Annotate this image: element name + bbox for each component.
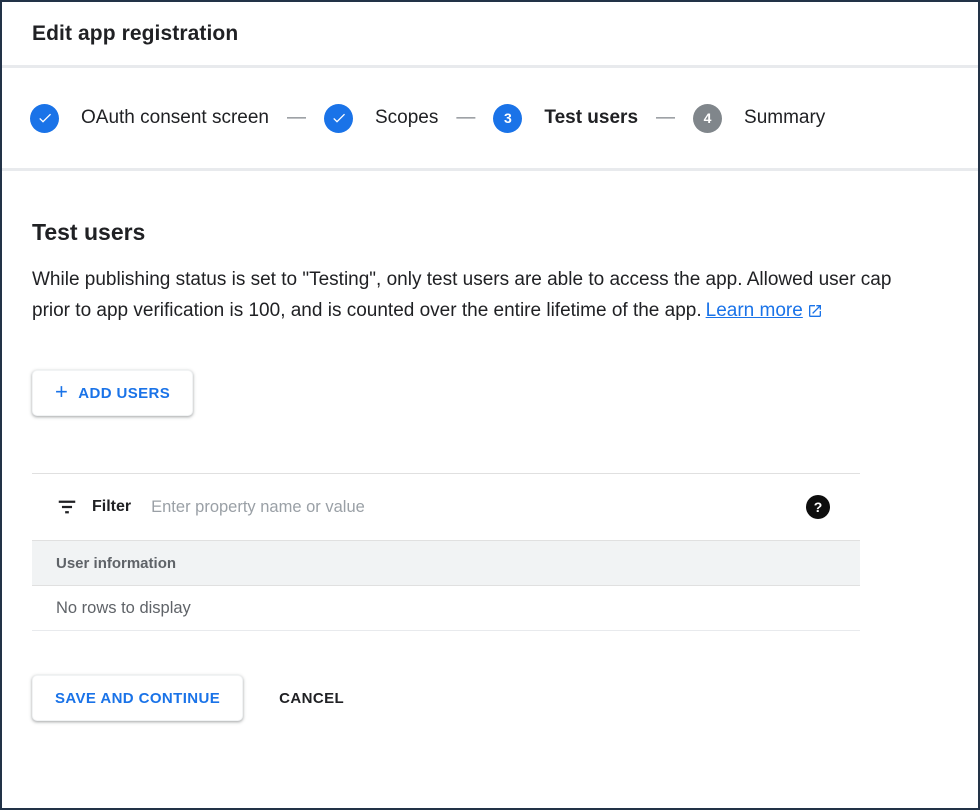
check-icon — [37, 110, 53, 126]
step-separator: — — [656, 107, 675, 129]
help-icon[interactable]: ? — [806, 495, 830, 519]
footer-actions: SAVE AND CONTINUE CANCEL — [32, 675, 948, 721]
wizard-stepper: OAuth consent screen — Scopes — 3 Test u… — [2, 68, 978, 171]
step-number-badge: 4 — [693, 104, 722, 133]
test-users-table-card: Filter ? User information No rows to dis… — [32, 473, 860, 631]
filter-icon — [56, 496, 78, 518]
check-icon — [331, 110, 347, 126]
add-users-button[interactable]: + ADD USERS — [32, 370, 193, 416]
page-header: Edit app registration — [2, 2, 978, 68]
step-test-users[interactable]: 3 Test users — [493, 104, 638, 133]
cancel-button[interactable]: CANCEL — [279, 690, 344, 707]
main-content: Test users While publishing status is se… — [2, 171, 978, 808]
table-header-row: User information — [32, 540, 860, 586]
column-header-user-information: User information — [56, 555, 176, 572]
filter-input[interactable] — [151, 498, 790, 517]
learn-more-label: Learn more — [706, 295, 803, 326]
learn-more-link[interactable]: Learn more — [706, 295, 823, 326]
step-label: OAuth consent screen — [81, 107, 269, 129]
cancel-label: CANCEL — [279, 690, 344, 707]
table-empty-row: No rows to display — [32, 586, 860, 631]
step-complete-check-icon — [324, 104, 353, 133]
save-and-continue-button[interactable]: SAVE AND CONTINUE — [32, 675, 243, 721]
description-text: While publishing status is set to "Testi… — [32, 264, 894, 326]
step-summary[interactable]: 4 Summary — [693, 104, 825, 133]
step-scopes[interactable]: Scopes — [324, 104, 438, 133]
step-label: Test users — [544, 107, 638, 129]
step-label: Scopes — [375, 107, 438, 129]
save-and-continue-label: SAVE AND CONTINUE — [55, 690, 220, 707]
add-users-label: ADD USERS — [78, 385, 170, 402]
step-number-badge: 3 — [493, 104, 522, 133]
plus-icon: + — [55, 381, 68, 403]
step-separator: — — [287, 107, 306, 129]
section-heading: Test users — [32, 219, 948, 246]
step-oauth-consent-screen[interactable]: OAuth consent screen — [30, 104, 269, 133]
filter-bar: Filter ? — [32, 474, 860, 540]
step-complete-check-icon — [30, 104, 59, 133]
filter-label: Filter — [92, 498, 131, 516]
edit-app-registration-window: Edit app registration OAuth consent scre… — [0, 0, 980, 810]
step-separator: — — [456, 107, 475, 129]
step-label: Summary — [744, 107, 825, 129]
empty-message: No rows to display — [56, 599, 191, 618]
external-link-icon — [807, 303, 823, 319]
page-title: Edit app registration — [32, 22, 238, 46]
